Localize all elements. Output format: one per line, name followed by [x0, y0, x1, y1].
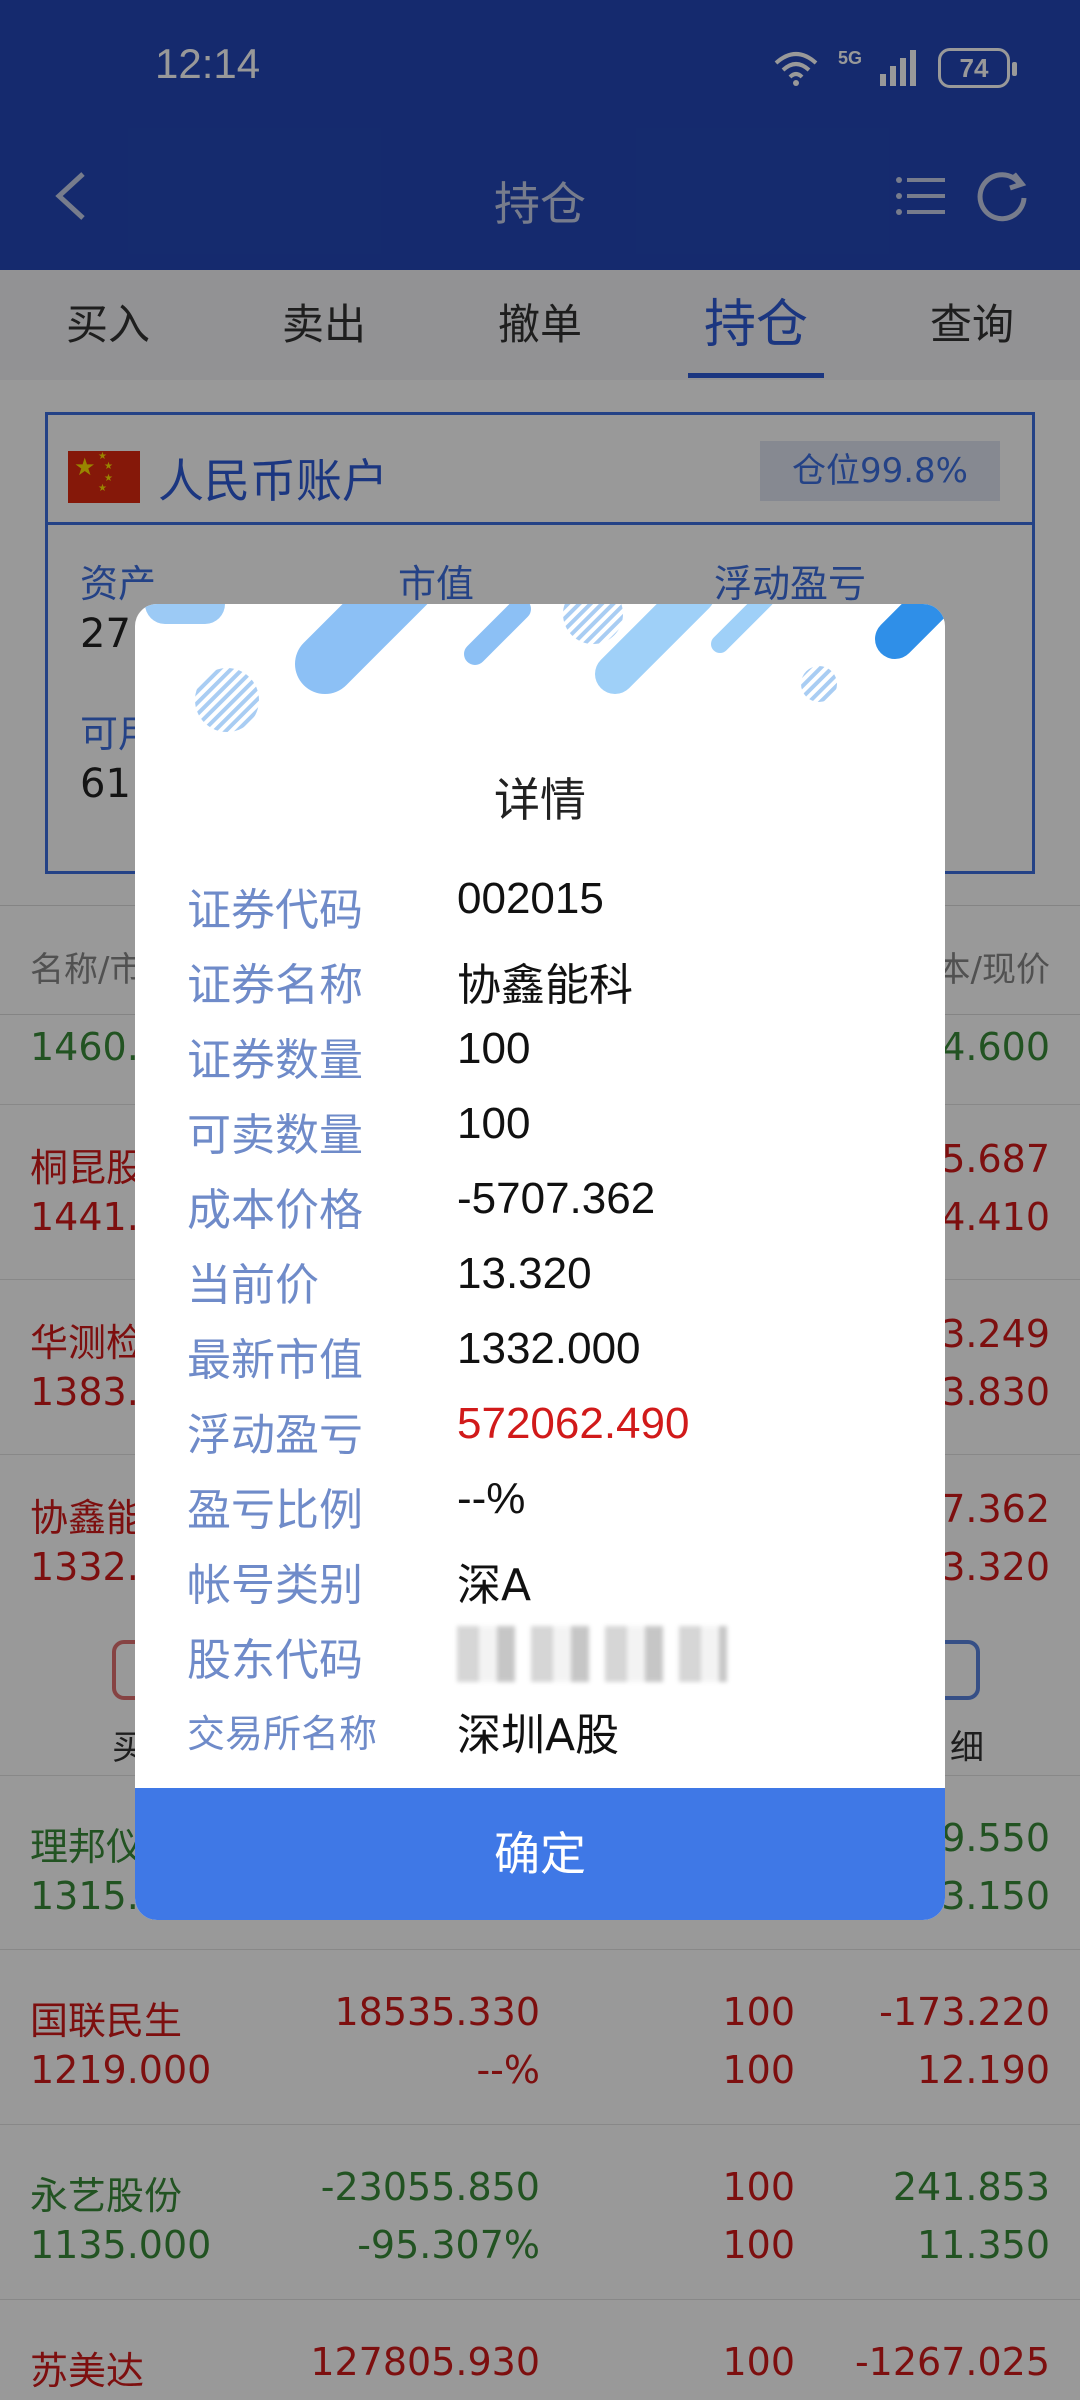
detail-row-account-type: 帐号类别 深A	[187, 1541, 907, 1616]
detail-row-market-value: 最新市值 1332.000	[187, 1316, 907, 1391]
pl-ratio: --%	[457, 1474, 526, 1523]
detail-row-shareholder-code: 股东代码	[187, 1616, 907, 1691]
detail-label: 证券代码	[187, 885, 363, 936]
sellable-quantity: 100	[457, 1099, 531, 1148]
detail-row-code: 证券代码 002015	[187, 866, 907, 941]
detail-list: 证券代码 002015 证券名称 协鑫能科 证券数量 100 可卖数量 100 …	[187, 866, 907, 1766]
account-type: 深A	[457, 1560, 532, 1611]
detail-row-pl-ratio: 盈亏比例 --%	[187, 1466, 907, 1541]
detail-row-sellable: 可卖数量 100	[187, 1091, 907, 1166]
detail-label: 证券数量	[187, 1035, 363, 1086]
dialog-header-decoration	[145, 604, 945, 732]
detail-dialog: 详情 证券代码 002015 证券名称 协鑫能科 证券数量 100 可卖数量 1…	[135, 604, 945, 1920]
detail-row-name: 证券名称 协鑫能科	[187, 941, 907, 1016]
detail-label: 最新市值	[187, 1335, 363, 1386]
security-code: 002015	[457, 874, 604, 923]
detail-label: 当前价	[187, 1260, 319, 1311]
current-price: 13.320	[457, 1249, 592, 1298]
cost-price: -5707.362	[457, 1174, 656, 1223]
detail-row-price: 当前价 13.320	[187, 1241, 907, 1316]
security-quantity: 100	[457, 1024, 531, 1073]
detail-label: 成本价格	[187, 1185, 363, 1236]
floating-pl: 572062.490	[457, 1399, 690, 1448]
exchange-name: 深圳A股	[457, 1710, 620, 1761]
detail-label: 交易所名称	[187, 1712, 378, 1756]
security-name: 协鑫能科	[457, 960, 633, 1011]
dialog-title: 详情	[494, 773, 586, 827]
shareholder-code-masked	[457, 1626, 727, 1682]
detail-label: 可卖数量	[187, 1110, 363, 1161]
detail-row-exchange: 交易所名称 深圳A股	[187, 1691, 907, 1766]
detail-label: 盈亏比例	[187, 1485, 363, 1536]
detail-row-cost: 成本价格 -5707.362	[187, 1166, 907, 1241]
detail-label: 帐号类别	[187, 1560, 363, 1611]
detail-row-quantity: 证券数量 100	[187, 1016, 907, 1091]
detail-label: 浮动盈亏	[187, 1410, 363, 1461]
detail-row-float-pl: 浮动盈亏 572062.490	[187, 1391, 907, 1466]
detail-label: 股东代码	[187, 1635, 363, 1686]
detail-label: 证券名称	[187, 960, 363, 1011]
confirm-button[interactable]: 确定	[135, 1788, 945, 1920]
latest-market-value: 1332.000	[457, 1324, 641, 1373]
